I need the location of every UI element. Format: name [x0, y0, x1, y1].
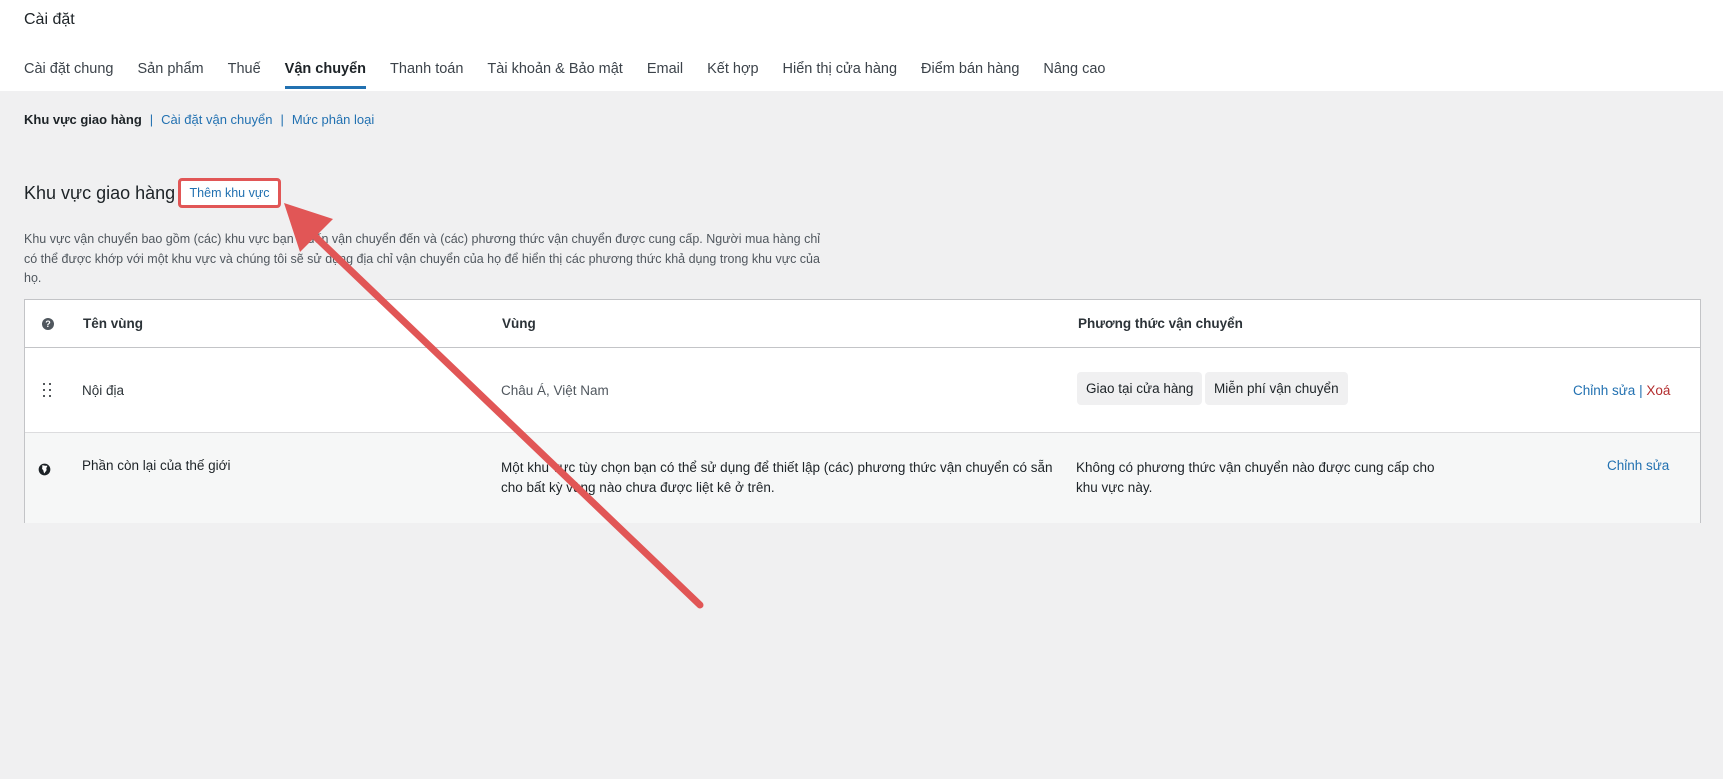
tab-general[interactable]: Cài đặt chung	[24, 52, 113, 89]
header-region: Vùng	[502, 316, 536, 331]
settings-tabs: Cài đặt chung Sản phẩm Thuế Vận chuyển T…	[24, 52, 1105, 89]
header-shipping-methods: Phương thức vận chuyển	[1078, 316, 1243, 331]
method-pill: Giao tại cửa hàng	[1077, 372, 1203, 405]
subnav-separator: |	[280, 112, 284, 127]
zone-region: Một khu vực tùy chọn bạn có thể sử dụng …	[501, 460, 1053, 495]
add-zone-button[interactable]: Thêm khu vực	[178, 178, 281, 208]
tab-emails[interactable]: Email	[647, 52, 683, 89]
subnav-classes[interactable]: Mức phân loại	[292, 112, 374, 127]
shipping-zones-table: ? Tên vùng Vùng Phương thức vận chuyển N…	[24, 299, 1701, 523]
delete-zone-link[interactable]: Xoá	[1646, 383, 1670, 398]
subnav-shipping-settings[interactable]: Cài đặt vận chuyển	[161, 112, 272, 127]
tab-advanced[interactable]: Nâng cao	[1043, 52, 1105, 89]
shipping-subnav: Khu vực giao hàng | Cài đặt vận chuyển |…	[24, 112, 374, 127]
zone-region: Châu Á, Việt Nam	[501, 383, 609, 398]
section-title: Khu vực giao hàng	[24, 183, 176, 203]
subnav-separator: |	[149, 112, 154, 127]
tab-shipping[interactable]: Vận chuyển	[284, 52, 367, 89]
help-icon[interactable]: ?	[42, 318, 54, 330]
table-row: Phần còn lại của thế giới Một khu vực tù…	[25, 433, 1700, 523]
subnav-shipping-zones[interactable]: Khu vực giao hàng	[24, 112, 142, 127]
globe-icon	[38, 463, 51, 476]
zone-methods-text: Không có phương thức vận chuyển nào được…	[1076, 460, 1435, 495]
table-header: ? Tên vùng Vùng Phương thức vận chuyển	[25, 300, 1700, 348]
tab-products[interactable]: Sản phẩm	[137, 52, 203, 89]
action-separator: |	[1639, 383, 1643, 398]
settings-header: Cài đặt Cài đặt chung Sản phẩm Thuế Vận …	[0, 0, 1723, 91]
page-title: Cài đặt	[24, 11, 75, 28]
tab-site-visibility[interactable]: Hiển thị cửa hàng	[783, 52, 898, 89]
header-zone-name: Tên vùng	[83, 316, 143, 331]
method-pill: Miễn phí vận chuyển	[1205, 372, 1348, 405]
tab-integration[interactable]: Kết hợp	[707, 52, 758, 89]
zone-name[interactable]: Nội địa	[82, 383, 124, 398]
tab-accounts-privacy[interactable]: Tài khoản & Bảo mật	[487, 52, 622, 89]
tab-tax[interactable]: Thuế	[228, 52, 261, 89]
drag-handle-icon[interactable]	[43, 383, 53, 399]
zone-name: Phần còn lại của thế giới	[82, 458, 231, 473]
tab-payments[interactable]: Thanh toán	[390, 52, 463, 89]
tab-point-of-sale[interactable]: Điểm bán hàng	[921, 52, 1019, 89]
table-row: Nội địa Châu Á, Việt Nam Giao tại cửa hà…	[25, 348, 1700, 433]
section-description: Khu vực vận chuyển bao gồm (các) khu vực…	[24, 232, 821, 285]
row-actions: Chỉnh sửa | Xoá	[1573, 383, 1670, 398]
edit-zone-link[interactable]: Chỉnh sửa	[1573, 383, 1635, 398]
edit-zone-link[interactable]: Chỉnh sửa	[1607, 458, 1669, 473]
